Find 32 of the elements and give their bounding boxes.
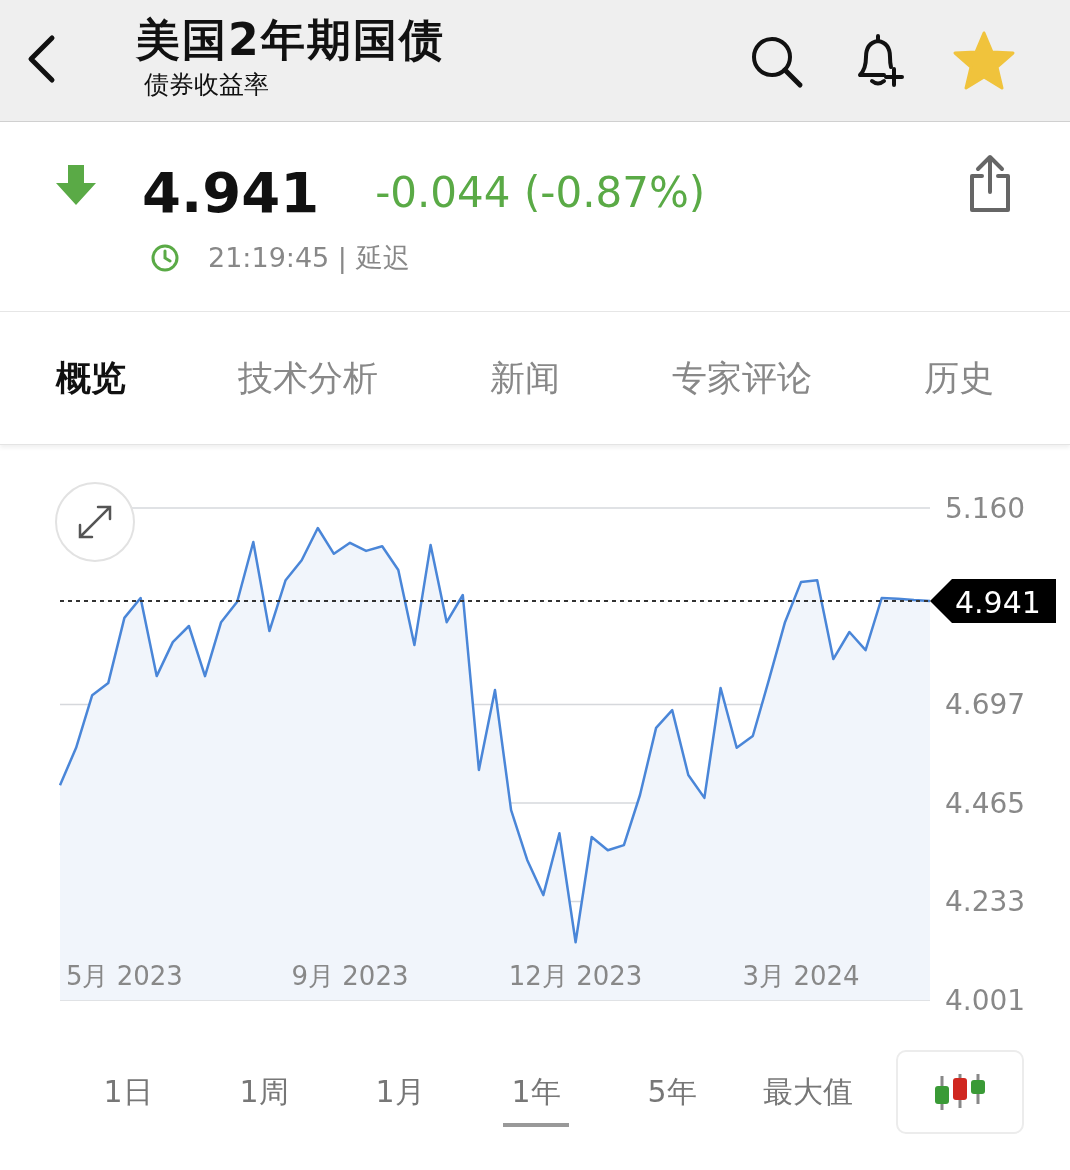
candlestick-icon xyxy=(932,1072,988,1112)
y-axis-label: 5.160 xyxy=(945,491,1026,525)
range-tab[interactable]: 最大值 xyxy=(740,1057,876,1127)
x-axis-label: 12月 2023 xyxy=(508,961,643,991)
y-axis-label: 4.697 xyxy=(945,688,1026,722)
price-change: -0.044 (-0.87%) xyxy=(375,167,706,217)
price-value: 4.941 xyxy=(142,159,320,225)
expand-icon[interactable] xyxy=(55,482,135,562)
tab[interactable]: 技术分析 xyxy=(238,354,378,402)
tab[interactable]: 新闻 xyxy=(490,354,560,402)
page-title: 美国2年期国债 xyxy=(136,12,445,67)
x-axis-label: 5月 2023 xyxy=(65,961,183,991)
tab[interactable]: 概览 xyxy=(56,354,126,402)
y-axis-label: 4.465 xyxy=(945,786,1026,820)
y-axis-label: 4.233 xyxy=(945,885,1026,918)
range-tab[interactable]: 1周 xyxy=(196,1057,332,1127)
range-tab[interactable]: 1年 xyxy=(503,1057,569,1127)
ref-line-label: 4.941 xyxy=(955,584,1041,620)
x-axis-label: 9月 2023 xyxy=(291,961,409,991)
y-axis-label: 4.001 xyxy=(945,983,1026,1010)
range-tab[interactable]: 1月 xyxy=(332,1057,468,1127)
price-tag: 4.941 xyxy=(930,578,1056,623)
tab[interactable]: 历史 xyxy=(924,354,994,402)
range-tab[interactable]: 5年 xyxy=(604,1057,740,1127)
tab[interactable]: 专家评论 xyxy=(672,354,812,402)
page-subtitle: 债券收益率 xyxy=(144,68,270,101)
x-axis-label: 3月 2024 xyxy=(742,961,860,991)
back-icon[interactable] xyxy=(26,33,56,84)
candlestick-button[interactable] xyxy=(896,1050,1024,1134)
quote-time: 21:19:45 | 延迟 xyxy=(208,241,410,276)
clock-icon xyxy=(150,243,180,273)
range-tab[interactable]: 1日 xyxy=(60,1057,196,1127)
